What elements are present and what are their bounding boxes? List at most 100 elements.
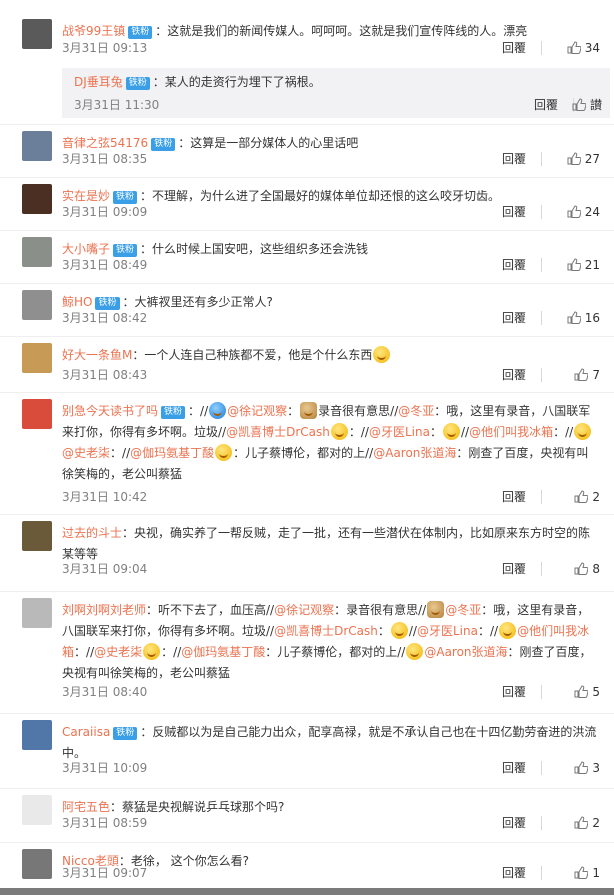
reply-button[interactable]: 回覆 [502, 201, 526, 223]
mention-link[interactable]: @伽玛氨基丁酸 [181, 645, 265, 659]
reply-button[interactable]: 回覆 [502, 307, 526, 329]
reply-button[interactable]: 回覆 [502, 254, 526, 276]
divider [541, 562, 542, 576]
mention-link[interactable]: @牙医Lina [417, 624, 478, 638]
like-button[interactable]: 16 [554, 307, 600, 329]
like-button[interactable]: 27 [554, 148, 600, 170]
like-button[interactable]: 1 [554, 862, 600, 884]
reply-button[interactable]: 回覆 [502, 757, 526, 779]
timestamp: 3月31日 10:42 [62, 490, 148, 504]
mention-link[interactable]: @徐记观察 [227, 404, 287, 418]
username-link[interactable]: DJ垂耳兔 [74, 75, 123, 89]
comment-body: ：这就是我们的新闻传媒人。呵呵呵。这就是我们宣传阵线的人。漂亮 [155, 24, 528, 38]
fan-badge: 铁粉 [125, 77, 150, 90]
timestamp: 3月31日 08:49 [62, 258, 148, 272]
comment-item: 刘啊刘啊刘老师：听不下去了，血压高//@徐记观察：录音很有意思//@冬亚：哦，这… [0, 591, 614, 707]
like-button[interactable]: 7 [554, 364, 600, 386]
username-link[interactable]: 战爷99王镇 [62, 24, 125, 38]
reply-button[interactable]: 回覆 [502, 486, 526, 508]
comment-item: Caraiisa 铁粉 ：反贼都以为是自己能力出众，配享高禄，就是不承认自己也在十四… [0, 713, 614, 783]
emoji-icon [209, 402, 227, 419]
comment-meta: 3月31日 10:09 回覆 3 [62, 757, 600, 779]
like-button[interactable]: 3 [554, 757, 600, 779]
comment-item: 别急今天读书了吗 铁粉 ：//@徐记观察： 录音很有意思//@冬亚：哦，这里有录音，八… [0, 392, 614, 512]
emoji-icon [442, 423, 460, 440]
like-button[interactable]: 2 [554, 812, 600, 834]
username-link[interactable]: 好大一条鱼M [62, 348, 132, 362]
avatar[interactable] [22, 343, 52, 373]
like-button[interactable]: 24 [554, 201, 600, 223]
avatar[interactable] [22, 131, 52, 161]
comment-text-segment: // [565, 425, 574, 439]
username-link[interactable]: Caraiisa [62, 725, 110, 739]
username-link[interactable]: 别急今天读书了吗 [62, 404, 158, 418]
timestamp: 3月31日 09:13 [62, 41, 148, 55]
avatar[interactable] [22, 521, 52, 551]
divider [541, 816, 542, 830]
avatar[interactable] [22, 237, 52, 267]
bottom-scrollbar[interactable] [0, 888, 614, 895]
reply-button[interactable]: 回覆 [502, 681, 526, 703]
thumbs-up-icon [567, 41, 581, 54]
timestamp: 3月31日 09:09 [62, 205, 148, 219]
avatar[interactable] [22, 184, 52, 214]
reply-button[interactable]: 回覆 [502, 148, 526, 170]
mention-link[interactable]: @他们叫我冰箱 [469, 425, 553, 439]
comment-text-segment: // [460, 425, 470, 439]
reply-button[interactable]: 回覆 [502, 37, 526, 59]
comment-text-segment: ：儿子蔡博伦，都对的上// [265, 645, 406, 659]
reply-button[interactable]: 回覆 [502, 558, 526, 580]
mention-link[interactable]: @牙医Lina [369, 425, 430, 439]
username-link[interactable]: 过去的斗士 [62, 526, 122, 540]
like-button[interactable]: 34 [554, 37, 600, 59]
reply-button[interactable]: 回覆 [502, 862, 526, 884]
mention-link[interactable]: @史老柒 [62, 446, 110, 460]
comment-item: 实在是妙 铁粉 ：不理解，为什么进了全国最好的媒体单位却还恨的这么咬牙切齿。 3月31… [0, 177, 614, 227]
reply-button[interactable]: 回覆 [502, 812, 526, 834]
fan-badge: 铁粉 [113, 727, 138, 740]
emoji-icon [330, 423, 348, 440]
comment-item: 音律之弦54176 铁粉 ：这算是一部分媒体人的心里话吧 3月31日 08:35 回覆 2… [0, 124, 614, 174]
avatar[interactable] [22, 720, 52, 750]
avatar[interactable] [22, 598, 52, 628]
like-button[interactable]: 21 [554, 254, 600, 276]
comment-text-segment: ： [429, 425, 442, 439]
timestamp: 3月31日 10:09 [62, 761, 148, 775]
reply-button[interactable]: 回覆 [502, 364, 526, 386]
avatar[interactable] [22, 849, 52, 879]
mention-link[interactable]: @史老柒 [94, 645, 142, 659]
sub-reply: DJ垂耳兔 铁粉 ：某人的走资行为埋下了祸根。 3月31日 11:30 回覆 讃 [62, 68, 610, 118]
mention-link[interactable]: @徐记观察 [274, 603, 334, 617]
like-button[interactable]: 2 [554, 486, 600, 508]
like-button[interactable]: 讃 [572, 94, 602, 116]
divider [541, 368, 542, 382]
emoji-icon [373, 346, 391, 363]
like-count: 8 [592, 562, 600, 576]
mention-link[interactable]: @冬亚 [445, 603, 481, 617]
mention-link[interactable]: @凯喜博士DrCash [226, 425, 330, 439]
username-link[interactable]: 刘啊刘啊刘老师 [62, 603, 146, 617]
like-button[interactable]: 5 [554, 681, 600, 703]
avatar[interactable] [22, 795, 52, 825]
avatar[interactable] [22, 19, 52, 49]
mention-link[interactable]: @凯喜博士DrCash [274, 624, 378, 638]
comment-meta: 3月31日 09:04 回覆 8 [62, 558, 600, 580]
mention-link[interactable]: @伽玛氨基丁酸 [130, 446, 214, 460]
comment-text-segment: ： [188, 404, 201, 418]
mention-link[interactable]: @冬亚 [398, 404, 434, 418]
mention-link[interactable]: @Aaron张道海 [424, 645, 507, 659]
like-button[interactable]: 8 [554, 558, 600, 580]
emoji-icon [574, 423, 592, 440]
thumbs-up-icon [574, 816, 589, 829]
comment-text-segment: ：听不下去了，血压高// [146, 603, 275, 617]
comment-text-segment: ： [334, 603, 347, 617]
comment-item: Nicco老頭：老徐， 这个你怎么看? 3月31日 09:07 回覆 1 [0, 842, 614, 888]
like-count: 讃 [590, 98, 603, 112]
comment-text-segment: ：儿子蔡博伦，都对的上// [233, 446, 374, 460]
avatar[interactable] [22, 290, 52, 320]
mention-link[interactable]: @Aaron张道海 [373, 446, 456, 460]
reply-button[interactable]: 回覆 [534, 94, 558, 116]
comment-meta: 3月31日 10:42 回覆 2 [62, 486, 600, 508]
avatar[interactable] [22, 399, 52, 429]
emoji-icon [300, 402, 318, 419]
